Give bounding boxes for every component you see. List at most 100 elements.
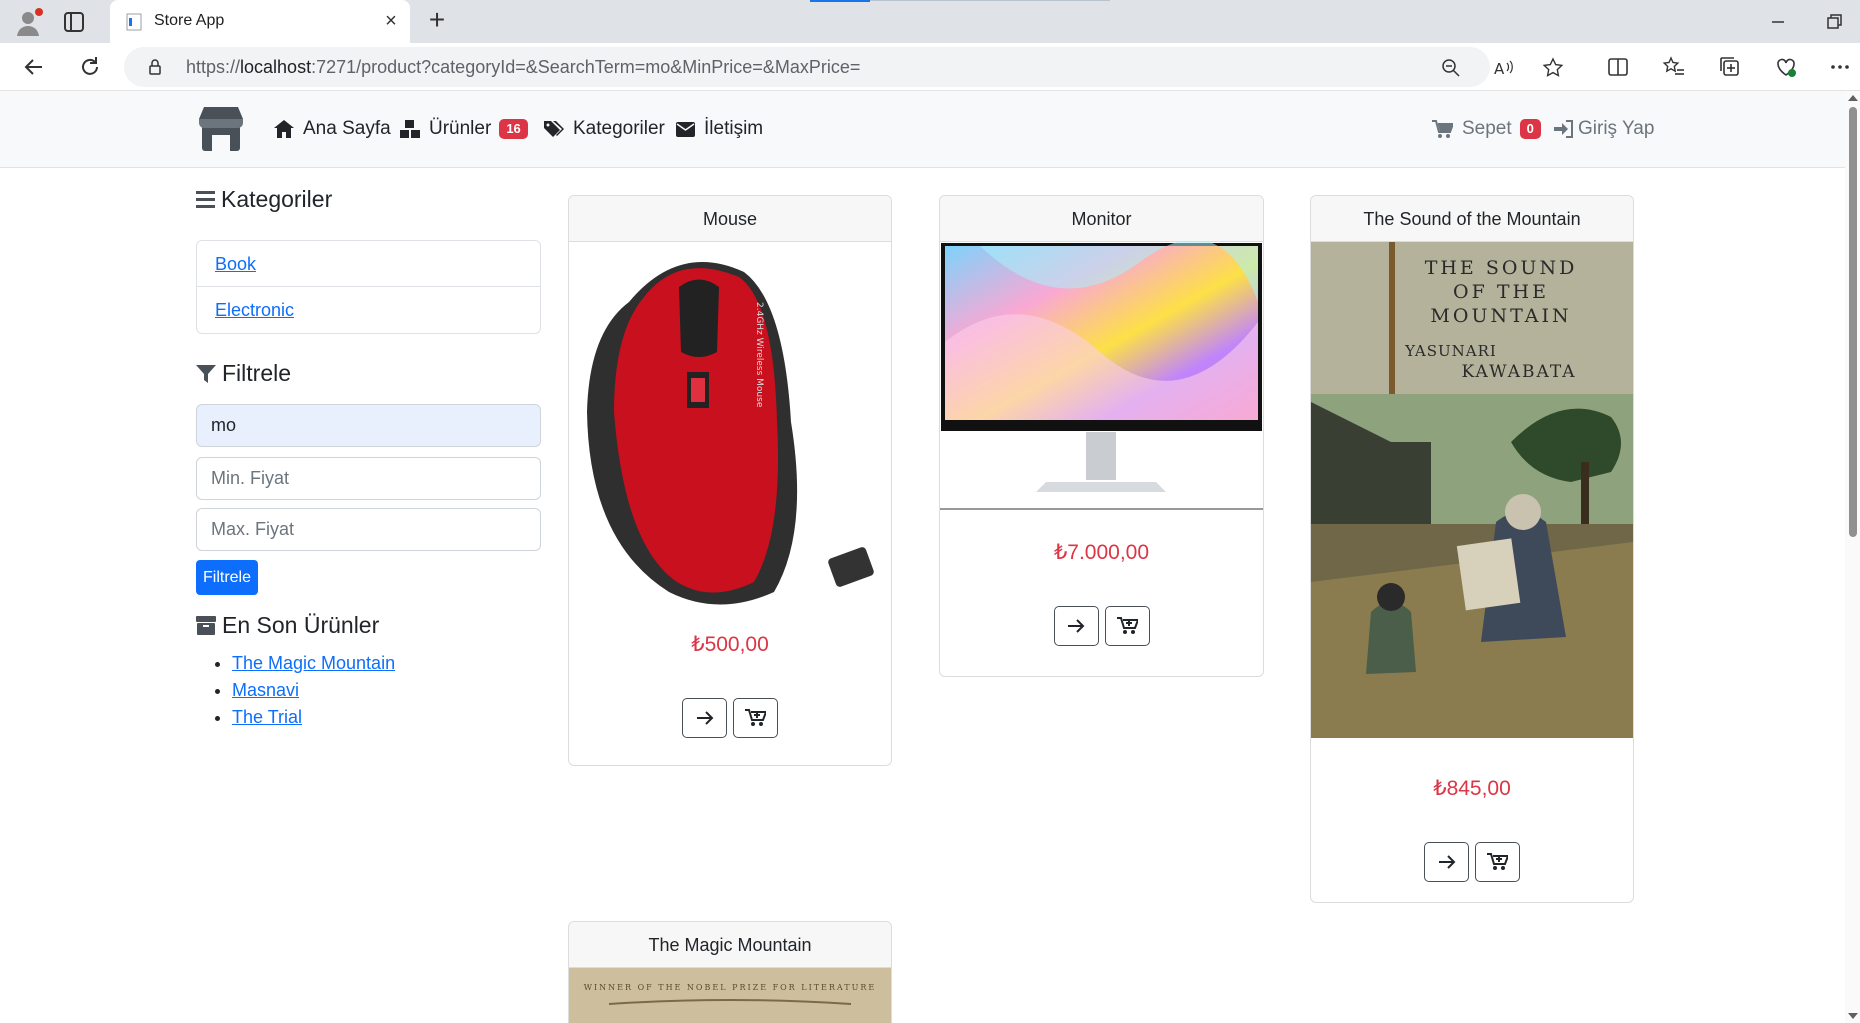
nav-home[interactable]: Ana Sayfa [274, 116, 391, 142]
min-price-field[interactable]: Min. Fiyat [196, 457, 541, 500]
filter-heading: Filtrele [196, 360, 291, 387]
recent-link[interactable]: Masnavi [232, 680, 299, 700]
minimize-icon[interactable] [1766, 10, 1790, 34]
product-card: Mouse 2.4GHz Wireless Mouse ₺500,00 [568, 195, 892, 766]
min-price-placeholder: Min. Fiyat [211, 468, 290, 488]
arrow-right-icon [1438, 855, 1455, 869]
tags-icon [544, 121, 564, 137]
split-screen-icon[interactable] [1606, 55, 1630, 79]
product-card: Monitor ₺7.000,00 [939, 195, 1264, 677]
product-title: Monitor [940, 196, 1263, 242]
new-tab-icon[interactable]: + [424, 6, 450, 34]
add-to-cart-button[interactable] [1104, 606, 1150, 646]
read-aloud-icon[interactable]: A [1492, 57, 1514, 79]
cover-title-line3: MOUNTAIN [1430, 305, 1571, 327]
close-tab-icon[interactable]: × [380, 11, 402, 33]
product-price: ₺7.000,00 [1053, 541, 1150, 564]
nav-login-label: Giriş Yap [1578, 118, 1655, 139]
nav-products[interactable]: Ürünler 16 [400, 116, 528, 142]
filter-heading-text: Filtrele [222, 360, 292, 386]
add-to-cart-button[interactable] [1475, 842, 1520, 882]
details-button[interactable] [682, 698, 727, 738]
page-favicon-icon [126, 13, 142, 31]
box-icon [196, 616, 216, 635]
recent-products-list: The Magic Mountain Masnavi The Trial [212, 650, 395, 731]
profile-icon[interactable] [14, 6, 46, 38]
tab-strip-indicator [810, 0, 870, 2]
browser-toolbar: https://localhost:7271/product?categoryI… [0, 43, 1860, 91]
max-price-placeholder: Max. Fiyat [211, 519, 295, 539]
cover-banner-text: WINNER OF THE NOBEL PRIZE FOR LITERATURE [584, 983, 876, 992]
page-scrollbar[interactable] [1845, 91, 1860, 1023]
cover-author-line2: KAWABATA [1461, 362, 1576, 382]
product-title: The Sound of the Mountain [1311, 196, 1633, 242]
svg-text:A: A [1494, 60, 1505, 78]
favorites-icon[interactable] [1662, 55, 1686, 79]
list-item: Electronic [197, 287, 540, 333]
add-to-cart-button[interactable] [733, 698, 778, 738]
tab-strip-divider [870, 0, 1110, 1]
back-icon[interactable] [20, 53, 48, 81]
list-item: Book [197, 241, 540, 287]
site-info-icon[interactable] [146, 58, 164, 76]
product-card: The Sound of the Mountain THE SOUND OF T… [1310, 195, 1634, 903]
refresh-icon[interactable] [76, 53, 104, 81]
cart-plus-icon [1487, 853, 1508, 870]
recent-link[interactable]: The Trial [232, 707, 302, 727]
product-title: Mouse [569, 196, 891, 242]
list-item: The Magic Mountain [232, 650, 395, 677]
sign-in-icon [1554, 120, 1573, 138]
details-button[interactable] [1424, 842, 1469, 882]
list-item: The Trial [232, 704, 395, 731]
cart-plus-icon [1116, 617, 1138, 634]
scroll-up-icon[interactable] [1848, 95, 1858, 101]
product-image-monitor [940, 242, 1263, 510]
bars-icon [196, 191, 215, 208]
product-actions [569, 698, 891, 738]
nav-home-label: Ana Sayfa [303, 118, 391, 139]
restore-icon[interactable] [1822, 10, 1846, 34]
search-input[interactable]: mo [196, 404, 541, 447]
nav-categories[interactable]: Kategoriler [544, 116, 665, 142]
store-logo-icon[interactable] [196, 105, 246, 151]
browser-tab[interactable]: Store App × [110, 0, 410, 43]
filter-button[interactable]: Filtrele [196, 560, 258, 595]
nav-contact[interactable]: İletişim [676, 116, 763, 142]
nav-cart[interactable]: Sepet 0 [1432, 116, 1541, 142]
more-menu-icon[interactable] [1828, 55, 1852, 79]
product-actions [940, 606, 1263, 646]
products-count-badge: 16 [499, 119, 528, 139]
category-link-electronic[interactable]: Electronic [215, 300, 294, 320]
product-image-book-cover: THE SOUND OF THE MOUNTAIN YASUNARI KAWAB… [1311, 242, 1633, 738]
favorite-star-icon[interactable] [1542, 57, 1564, 79]
categories-heading: Kategoriler [196, 186, 332, 213]
collections-icon[interactable] [1718, 55, 1742, 79]
filter-icon [196, 364, 216, 383]
category-link-book[interactable]: Book [215, 254, 256, 274]
cover-author-line1: YASUNARI [1404, 342, 1497, 360]
recent-link[interactable]: The Magic Mountain [232, 653, 395, 673]
recent-heading: En Son Ürünler [196, 612, 379, 639]
scroll-thumb[interactable] [1849, 107, 1857, 537]
address-bar[interactable]: https://localhost:7271/product?categoryI… [124, 47, 1564, 87]
site-navbar: Ana Sayfa Ürünler 16 Kategoriler İletişi… [0, 91, 1845, 168]
browser-essentials-icon[interactable] [1774, 55, 1798, 79]
url-text: https://localhost:7271/product?categoryI… [186, 57, 861, 77]
browser-tabbar: Store App × + [0, 0, 1860, 43]
details-button[interactable] [1053, 606, 1099, 646]
product-title: The Magic Mountain [569, 922, 891, 968]
cover-title-line1: THE SOUND [1425, 257, 1578, 279]
nav-login[interactable]: Giriş Yap [1554, 116, 1654, 142]
home-icon [274, 120, 294, 138]
nav-products-label: Ürünler [429, 118, 492, 139]
tab-title: Store App [154, 12, 225, 29]
max-price-field[interactable]: Max. Fiyat [196, 508, 541, 551]
tab-actions-icon[interactable] [62, 10, 86, 34]
cart-plus-icon [745, 709, 766, 726]
scroll-down-icon[interactable] [1848, 1013, 1858, 1019]
arrow-right-icon [696, 711, 713, 725]
recent-heading-text: En Son Ürünler [222, 612, 380, 638]
arrow-right-icon [1068, 619, 1085, 633]
zoom-icon[interactable] [1440, 57, 1462, 79]
product-image-mouse: 2.4GHz Wireless Mouse [569, 242, 891, 614]
